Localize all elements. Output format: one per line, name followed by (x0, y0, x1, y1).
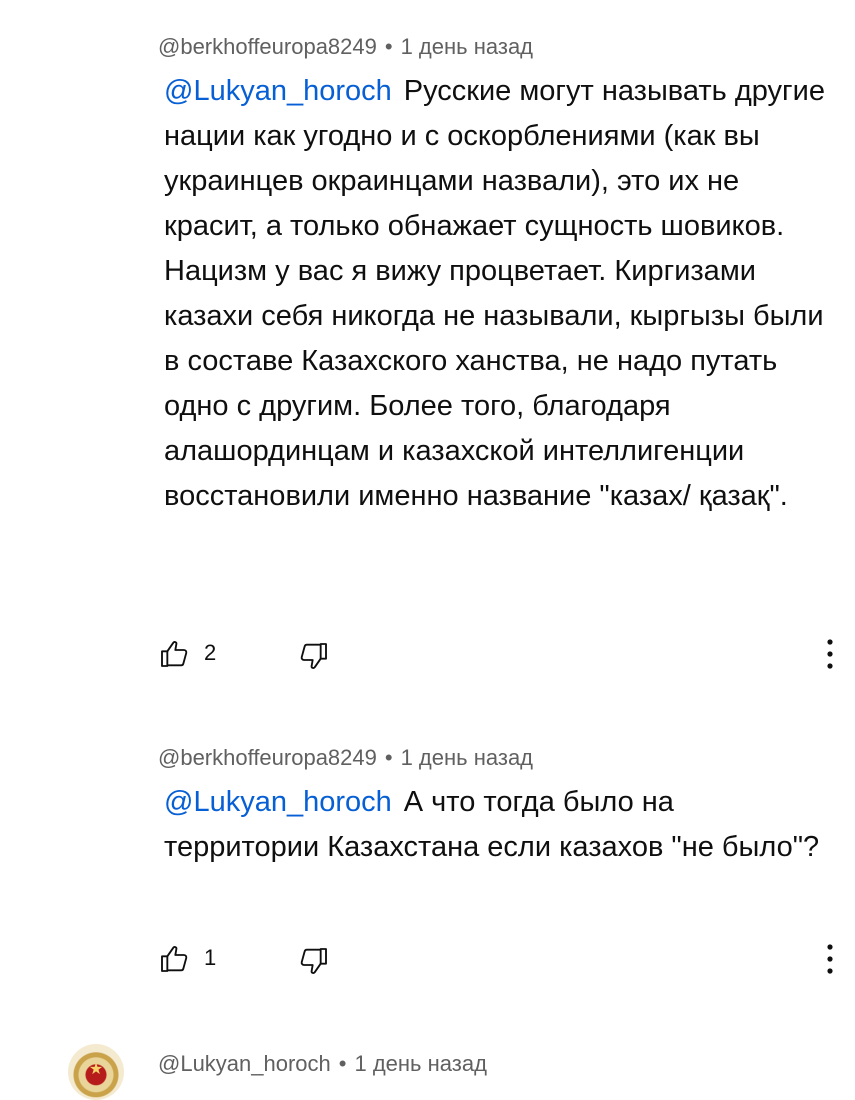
avatar[interactable]: ★ (68, 1044, 124, 1100)
meta-separator: • (384, 34, 393, 59)
comment-text: @Lukyan_horoch А что тогда было на террит… (164, 780, 828, 870)
comment-meta: @berkhoffeuropa8249 • 1 день назад (158, 32, 828, 62)
comment: @Lukyan_horoch • 1 день назад (158, 1049, 828, 1079)
comment-meta: @Lukyan_horoch • 1 день назад (158, 1049, 828, 1079)
more-vert-icon[interactable] (822, 636, 838, 672)
comment: @berkhoffeuropa8249 • 1 день назад @Lukyan… (158, 32, 828, 519)
comment-author[interactable]: @berkhoffeuropa8249 (158, 34, 377, 59)
meta-separator: • (384, 745, 393, 770)
comment-meta: @berkhoffeuropa8249 • 1 день назад (158, 743, 828, 773)
comment-body: Русские могут называть другие нации как … (164, 75, 825, 512)
comment: @berkhoffeuropa8249 • 1 день назад @Lukyan… (158, 743, 828, 870)
star-icon: ★ (88, 1061, 104, 1078)
more-vert-icon[interactable] (822, 941, 838, 977)
thumb-down-icon[interactable] (298, 945, 330, 977)
like-count: 2 (204, 640, 217, 665)
like-count: 1 (204, 945, 217, 970)
meta-separator: • (338, 1051, 347, 1076)
comment-text: @Lukyan_horoch Русские могут называть дру… (164, 69, 828, 519)
comment-mention[interactable]: @Lukyan_horoch (164, 75, 392, 107)
comment-mention[interactable]: @Lukyan_horoch (164, 786, 392, 818)
comment-time[interactable]: 1 день назад (401, 34, 533, 59)
comment-author[interactable]: @berkhoffeuropa8249 (158, 745, 377, 770)
thumb-up-icon[interactable] (158, 638, 190, 670)
comment-time[interactable]: 1 день назад (354, 1051, 486, 1076)
comment-actions: 2 (158, 638, 838, 678)
comment-actions: 1 (158, 943, 838, 983)
comment-author[interactable]: @Lukyan_horoch (158, 1051, 331, 1076)
thumb-up-icon[interactable] (158, 943, 190, 975)
thumb-down-icon[interactable] (298, 640, 330, 672)
comment-time[interactable]: 1 день назад (401, 745, 533, 770)
